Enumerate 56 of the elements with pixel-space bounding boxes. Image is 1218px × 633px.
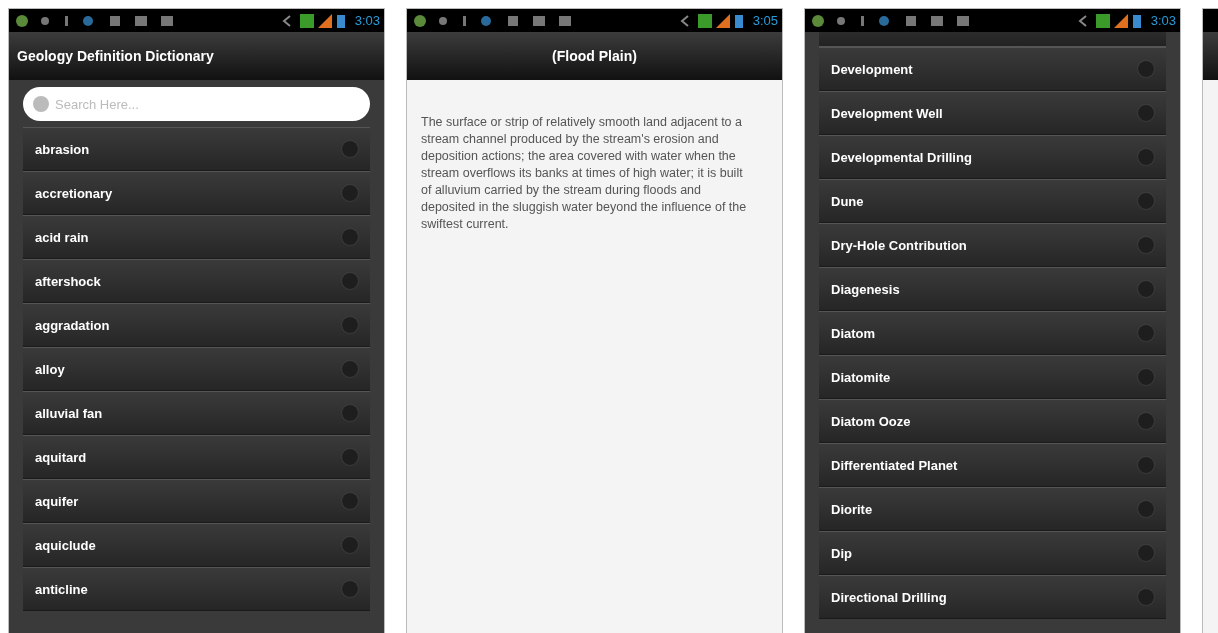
arrow-circle-icon (1138, 193, 1154, 209)
arrow-circle-icon (1138, 457, 1154, 473)
arrow-circle-icon (1138, 369, 1154, 385)
list-item[interactable]: Dip (819, 531, 1166, 575)
list-item[interactable]: alloy (23, 347, 370, 391)
arrow-circle-icon (342, 449, 358, 465)
list-item[interactable]: accretionary (23, 171, 370, 215)
arrow-circle-icon (1138, 589, 1154, 605)
list-item[interactable]: Diagenesis (819, 267, 1166, 311)
arrow-circle-icon (1138, 61, 1154, 77)
list-item[interactable] (819, 32, 1166, 47)
list-item[interactable]: Diatom (819, 311, 1166, 355)
list-item[interactable]: alluvial fan (23, 391, 370, 435)
arrow-circle-icon (1138, 149, 1154, 165)
list-item[interactable]: aquiclude (23, 523, 370, 567)
search-field[interactable]: Search Here... (23, 87, 370, 121)
arrow-circle-icon (342, 229, 358, 245)
list-item[interactable]: acid rain (23, 215, 370, 259)
list-item[interactable]: anticline (23, 567, 370, 611)
list-item[interactable]: aggradation (23, 303, 370, 347)
list-item[interactable]: Directional Drilling (819, 575, 1166, 619)
list-item[interactable]: Dune (819, 179, 1166, 223)
arrow-circle-icon (1138, 325, 1154, 341)
list-item[interactable]: aquifer (23, 479, 370, 523)
arrow-circle-icon (342, 185, 358, 201)
status-time: 3:03 (1150, 13, 1176, 28)
arrow-circle-icon (1138, 501, 1154, 517)
screen-title: Geology Definition Dictionary (17, 48, 214, 64)
list-item[interactable]: Development (819, 47, 1166, 91)
arrow-circle-icon (342, 537, 358, 553)
list-item[interactable]: aquitard (23, 435, 370, 479)
list-item[interactable]: Development Well (819, 91, 1166, 135)
list-item[interactable]: Diorite (819, 487, 1166, 531)
status-time: 3:03 (354, 13, 380, 28)
list-item[interactable]: Diatom Ooze (819, 399, 1166, 443)
arrow-circle-icon (1138, 237, 1154, 253)
status-time: 3:05 (752, 13, 778, 28)
arrow-circle-icon (342, 361, 358, 377)
definition-text: The surface or strip of relatively smooth land adjacent to a stream channel produced by the stream's erosion and deposition actions; the area covered with water when the stream overflows its banks at times of high water; it is built of alluvium carried by the stream during floods and deposited in the sluggish water beyond the influence of the swiftest current. (421, 114, 748, 233)
list-item[interactable]: aftershock (23, 259, 370, 303)
screen-title: (Flood Plain) (552, 48, 637, 64)
arrow-circle-icon (1138, 281, 1154, 297)
arrow-circle-icon (1138, 413, 1154, 429)
arrow-circle-icon (342, 581, 358, 597)
arrow-circle-icon (1138, 545, 1154, 561)
list-item[interactable]: abrasion (23, 127, 370, 171)
list-item[interactable]: Dry-Hole Contribution (819, 223, 1166, 267)
list-item[interactable]: Differentiated Planet (819, 443, 1166, 487)
list-item[interactable]: Developmental Drilling (819, 135, 1166, 179)
arrow-circle-icon (342, 141, 358, 157)
arrow-circle-icon (342, 405, 358, 421)
arrow-circle-icon (342, 493, 358, 509)
list-item[interactable]: Diatomite (819, 355, 1166, 399)
arrow-circle-icon (1138, 105, 1154, 121)
arrow-circle-icon (342, 273, 358, 289)
arrow-circle-icon (342, 317, 358, 333)
